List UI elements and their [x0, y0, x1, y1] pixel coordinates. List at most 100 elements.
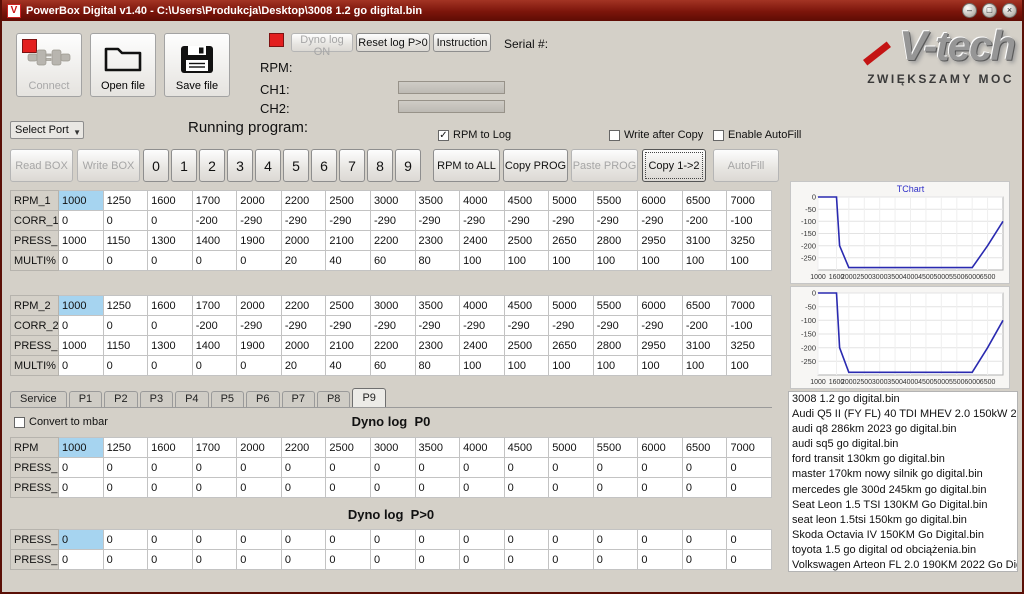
value-cell[interactable]: 1900 [237, 231, 282, 251]
value-cell[interactable]: 1250 [103, 438, 148, 458]
value-cell[interactable]: 0 [192, 478, 237, 498]
value-cell[interactable]: 2500 [504, 336, 549, 356]
value-cell[interactable]: 2000 [281, 336, 326, 356]
value-cell[interactable]: -290 [593, 211, 638, 231]
value-cell[interactable]: 6500 [682, 438, 727, 458]
digit-button-1[interactable]: 1 [171, 149, 197, 182]
value-cell[interactable]: 1700 [192, 296, 237, 316]
digit-button-2[interactable]: 2 [199, 149, 225, 182]
value-cell[interactable]: 7000 [727, 438, 772, 458]
file-list-item[interactable]: audi sq5 go digital.bin [789, 437, 1017, 452]
value-cell[interactable]: 1000 [59, 438, 104, 458]
value-cell[interactable]: -290 [460, 211, 505, 231]
value-cell[interactable]: 2200 [370, 231, 415, 251]
value-cell[interactable]: 0 [549, 458, 594, 478]
value-cell[interactable]: 0 [370, 458, 415, 478]
value-cell[interactable]: 0 [682, 550, 727, 570]
value-cell[interactable]: 1150 [103, 336, 148, 356]
value-cell[interactable]: 1000 [59, 191, 104, 211]
file-list-item[interactable]: 3008 1.2 go digital.bin [789, 392, 1017, 407]
value-cell[interactable]: 1700 [192, 438, 237, 458]
value-cell[interactable]: 0 [281, 550, 326, 570]
value-cell[interactable]: 0 [192, 530, 237, 550]
file-list-item[interactable]: audi q8 286km 2023 go digital.bin [789, 422, 1017, 437]
value-cell[interactable]: -290 [593, 316, 638, 336]
value-cell[interactable]: 1600 [148, 438, 193, 458]
value-cell[interactable]: -200 [682, 211, 727, 231]
value-cell[interactable]: 0 [148, 211, 193, 231]
write-after-copy-checkbox[interactable]: Write after Copy [609, 129, 703, 141]
value-cell[interactable]: 6500 [682, 296, 727, 316]
value-cell[interactable]: 4500 [504, 296, 549, 316]
write-box-button[interactable]: Write BOX [77, 149, 140, 182]
value-cell[interactable]: 60 [370, 356, 415, 376]
file-list-item[interactable]: Volkswagen Arteon FL 2.0 190KM 2022 Go D… [789, 558, 1017, 572]
value-cell[interactable]: 60 [370, 251, 415, 271]
file-list-item[interactable]: Skoda Octavia IV 150KM Go Digital.bin [789, 528, 1017, 543]
value-cell[interactable]: 0 [103, 251, 148, 271]
value-cell[interactable]: 2000 [281, 231, 326, 251]
value-cell[interactable]: 2500 [326, 438, 371, 458]
enable-autofill-checkbox[interactable]: Enable AutoFill [713, 129, 801, 141]
value-cell[interactable]: 0 [460, 530, 505, 550]
value-cell[interactable]: 6000 [638, 438, 683, 458]
value-cell[interactable]: 0 [727, 478, 772, 498]
value-cell[interactable]: 2000 [237, 191, 282, 211]
value-cell[interactable]: 80 [415, 251, 460, 271]
tab-p3[interactable]: P3 [140, 391, 173, 407]
value-cell[interactable]: 2650 [549, 336, 594, 356]
digit-button-5[interactable]: 5 [283, 149, 309, 182]
value-cell[interactable]: 0 [638, 458, 683, 478]
value-cell[interactable]: 5500 [593, 296, 638, 316]
value-cell[interactable]: 0 [148, 458, 193, 478]
copy-1-to-2-button[interactable]: Copy 1->2 [642, 149, 706, 182]
value-cell[interactable]: -290 [237, 316, 282, 336]
value-cell[interactable]: 0 [460, 550, 505, 570]
value-cell[interactable]: 2300 [415, 231, 460, 251]
digit-button-8[interactable]: 8 [367, 149, 393, 182]
value-cell[interactable]: 100 [638, 356, 683, 376]
value-cell[interactable]: -290 [638, 316, 683, 336]
digit-button-3[interactable]: 3 [227, 149, 253, 182]
value-cell[interactable]: 1250 [103, 191, 148, 211]
value-cell[interactable]: 3000 [370, 438, 415, 458]
value-cell[interactable]: 0 [281, 478, 326, 498]
instruction-button[interactable]: Instruction [433, 33, 491, 52]
save-file-button[interactable]: Save file [164, 33, 230, 97]
value-cell[interactable]: 0 [148, 316, 193, 336]
value-cell[interactable]: 3500 [415, 438, 460, 458]
tab-p6[interactable]: P6 [246, 391, 279, 407]
value-cell[interactable]: 2200 [281, 438, 326, 458]
value-cell[interactable]: 100 [549, 356, 594, 376]
value-cell[interactable]: 0 [237, 530, 282, 550]
digit-button-7[interactable]: 7 [339, 149, 365, 182]
value-cell[interactable]: 20 [281, 356, 326, 376]
value-cell[interactable]: 0 [237, 478, 282, 498]
value-cell[interactable]: 2950 [638, 336, 683, 356]
tab-p9[interactable]: P9 [352, 388, 385, 407]
value-cell[interactable]: 0 [504, 530, 549, 550]
value-cell[interactable]: 1900 [237, 336, 282, 356]
value-cell[interactable]: 0 [504, 458, 549, 478]
value-cell[interactable]: 5500 [593, 191, 638, 211]
minimize-button[interactable]: – [962, 3, 977, 18]
value-cell[interactable]: 6500 [682, 191, 727, 211]
digit-button-9[interactable]: 9 [395, 149, 421, 182]
value-cell[interactable]: 1000 [59, 296, 104, 316]
value-cell[interactable]: 0 [237, 550, 282, 570]
value-cell[interactable]: 0 [638, 530, 683, 550]
value-cell[interactable]: 0 [415, 530, 460, 550]
value-cell[interactable]: 1400 [192, 336, 237, 356]
value-cell[interactable]: 0 [415, 550, 460, 570]
select-port-dropdown[interactable]: Select Port ▼ [10, 121, 84, 139]
value-cell[interactable]: 0 [682, 458, 727, 478]
value-cell[interactable]: -290 [504, 316, 549, 336]
value-cell[interactable]: 0 [59, 316, 104, 336]
value-cell[interactable]: 100 [682, 251, 727, 271]
value-cell[interactable]: 100 [460, 356, 505, 376]
value-cell[interactable]: 0 [549, 478, 594, 498]
close-button[interactable]: × [1002, 3, 1017, 18]
value-cell[interactable]: -290 [415, 211, 460, 231]
value-cell[interactable]: 5500 [593, 438, 638, 458]
value-cell[interactable]: 4500 [504, 438, 549, 458]
